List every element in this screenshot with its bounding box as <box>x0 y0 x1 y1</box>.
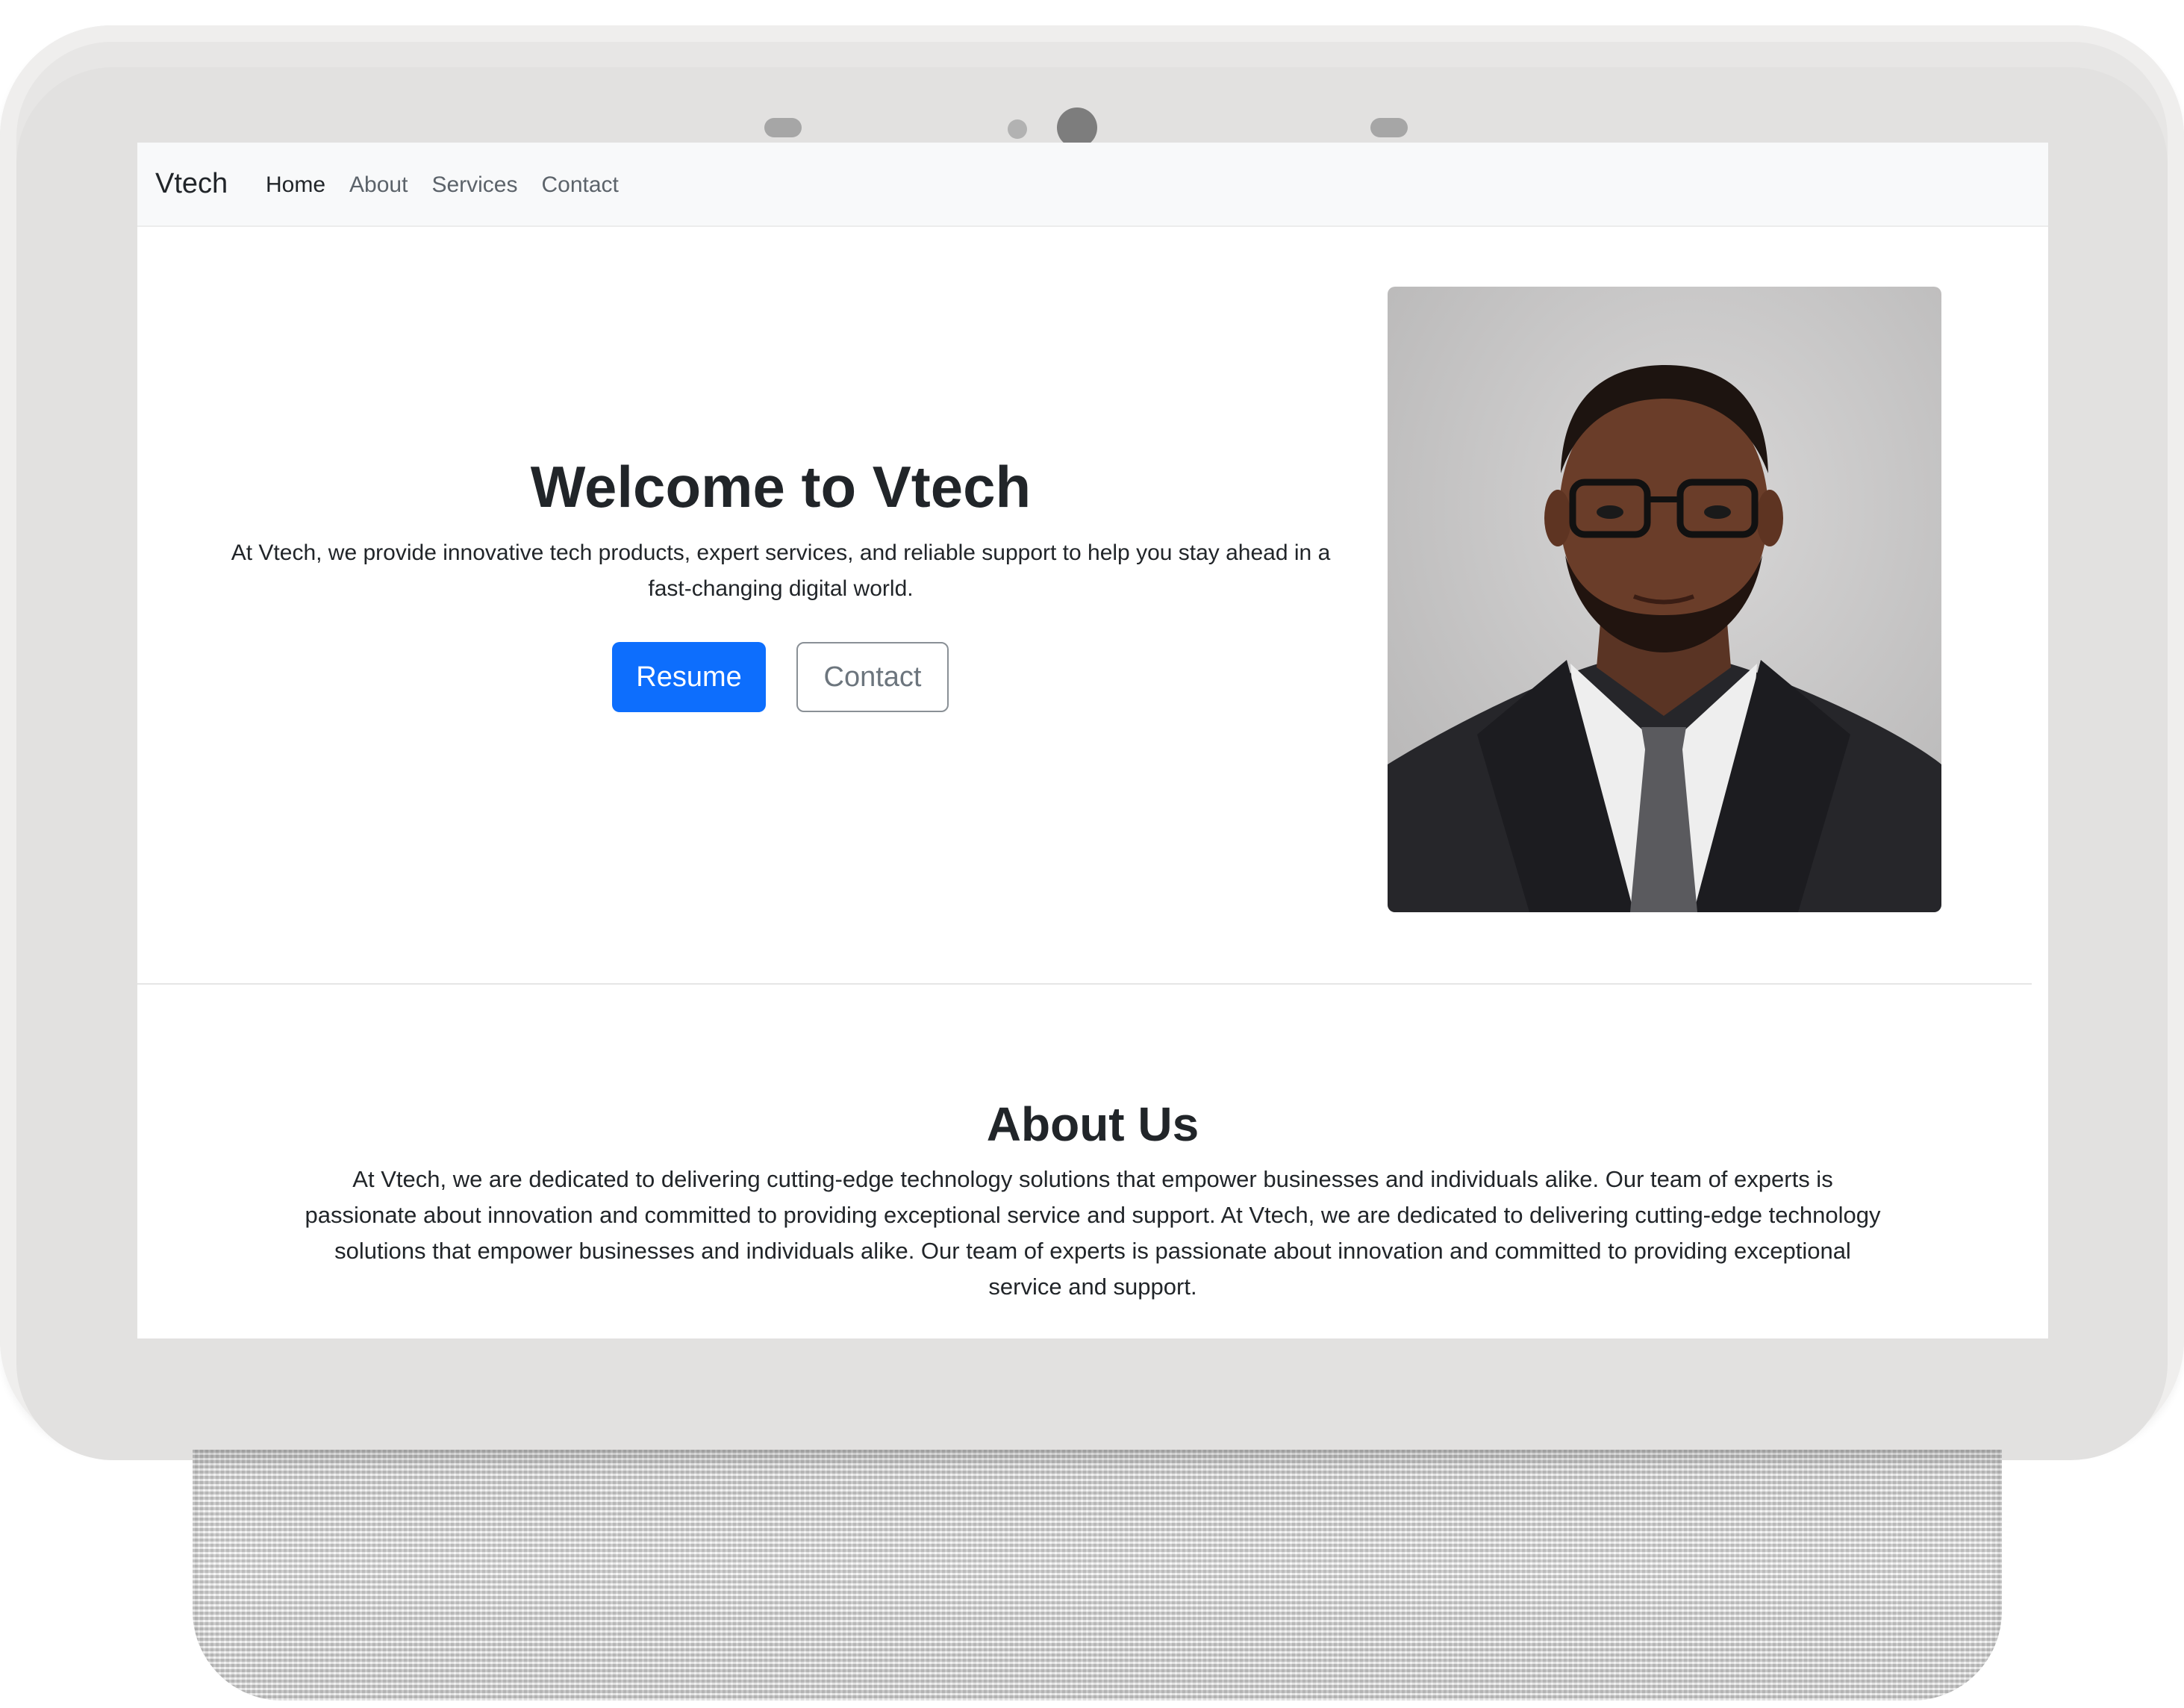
about-title: About Us <box>986 1097 1199 1151</box>
nav-link-services[interactable]: Services <box>431 172 517 198</box>
contact-button[interactable]: Contact <box>796 642 949 712</box>
portrait-photo <box>1388 287 1941 912</box>
brand-logo[interactable]: Vtech <box>155 168 228 200</box>
portrait-illustration <box>1388 287 1941 912</box>
nav-link-contact[interactable]: Contact <box>541 172 618 198</box>
section-divider <box>137 983 2032 985</box>
light-sensor <box>1008 119 1027 139</box>
hero-description: At Vtech, we provide innovative tech pro… <box>231 540 1331 601</box>
screen: Vtech Home About Services Contact Welcom… <box>137 143 2048 1338</box>
nav-link-about[interactable]: About <box>349 172 408 198</box>
nav-links: Home About Services Contact <box>266 172 619 198</box>
nav-link-home[interactable]: Home <box>266 172 325 198</box>
mic-slot-left <box>764 118 802 137</box>
navbar: Vtech Home About Services Contact <box>137 143 2048 227</box>
camera-lens <box>1057 107 1097 148</box>
about-description: At Vtech, we are dedicated to delivering… <box>305 1166 1881 1300</box>
mic-slot-right <box>1370 118 1408 137</box>
hero-title: Welcome to Vtech <box>530 454 1032 520</box>
speaker-base <box>193 1450 2002 1701</box>
resume-button[interactable]: Resume <box>612 642 766 712</box>
